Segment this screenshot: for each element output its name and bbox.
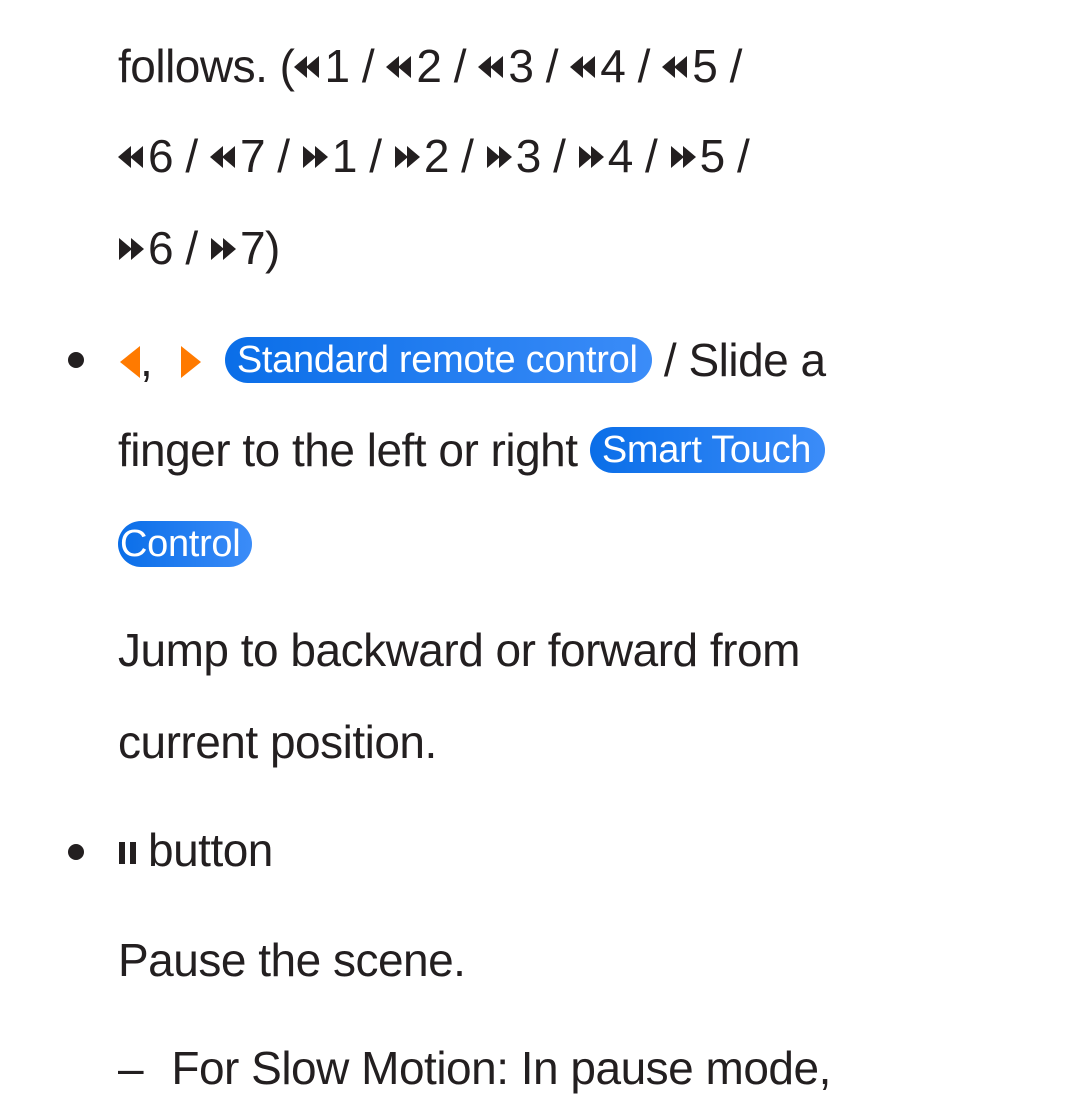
speed-item: 1 / — [331, 130, 394, 182]
smart-touch-control-badge-cont: Control — [118, 521, 253, 567]
slow-motion-text: For Slow Motion: In pause mode, — [171, 1042, 831, 1094]
fast-forward-icon — [118, 238, 144, 260]
finger-text: finger to the left or right — [118, 424, 590, 476]
speed-item: 7 / — [239, 130, 302, 182]
speed-item: 2 / — [423, 130, 486, 182]
speed-list-line-1: follows. ( 1 / 2 / 3 / 4 / 5 / — [118, 36, 742, 96]
speed-item: 7) — [239, 222, 280, 274]
bullet-1-description-2: current position. — [118, 716, 437, 768]
bullet-1-line-1: , Standard remote control / Slide a — [118, 330, 826, 390]
fast-forward-icon — [578, 146, 604, 168]
fast-forward-icon — [486, 146, 512, 168]
rewind-icon — [118, 146, 144, 168]
rewind-icon — [386, 56, 412, 78]
right-arrow-icon — [180, 334, 203, 378]
fast-forward-icon — [210, 238, 236, 260]
bullet-1-line-2: finger to the left or right Smart Touch — [118, 420, 826, 480]
speed-item: 6 / — [148, 222, 210, 274]
fast-forward-icon — [302, 146, 328, 168]
fast-forward-icon — [670, 146, 696, 168]
speed-list-line-3: 6 / 7) — [118, 218, 280, 278]
speed-item: 4 / — [600, 40, 663, 92]
speed-item: 6 / — [148, 130, 210, 182]
bullet-dot — [68, 844, 84, 860]
bullet-1-description-1: Jump to backward or forward from — [118, 624, 800, 676]
speed-item: 1 / — [324, 40, 387, 92]
fast-forward-icon — [394, 146, 420, 168]
bullet-2-description: Pause the scene. — [118, 934, 466, 986]
left-arrow-icon — [118, 334, 140, 378]
dash: – — [118, 1042, 144, 1094]
speed-item: 5 / — [692, 40, 742, 92]
rewind-icon — [662, 56, 688, 78]
bullet-2-line: button — [118, 820, 273, 880]
button-label: button — [148, 824, 273, 876]
comma: , — [140, 334, 153, 386]
speed-item: 3 / — [515, 130, 578, 182]
sub-item-line: – For Slow Motion: In pause mode, — [118, 1038, 831, 1098]
follows-text: follows. ( — [118, 40, 295, 92]
speed-item: 3 / — [508, 40, 571, 92]
rewind-icon — [209, 146, 236, 168]
slide-text: / Slide a — [651, 334, 826, 386]
standard-remote-control-badge: Standard remote control — [224, 337, 652, 383]
bullet-1-line-3: Control — [118, 514, 253, 574]
smart-touch-control-badge: Smart Touch — [589, 427, 826, 473]
speed-item: 4 / — [607, 130, 670, 182]
pause-icon — [118, 842, 138, 864]
rewind-icon — [294, 56, 320, 78]
speed-list-line-2: 6 / 7 / 1 / 2 / 3 / 4 / 5 / — [118, 126, 750, 186]
bullet-dot — [68, 352, 84, 368]
rewind-icon — [570, 56, 596, 78]
speed-item: 2 / — [416, 40, 479, 92]
speed-item: 5 / — [699, 130, 750, 182]
rewind-icon — [478, 56, 504, 78]
